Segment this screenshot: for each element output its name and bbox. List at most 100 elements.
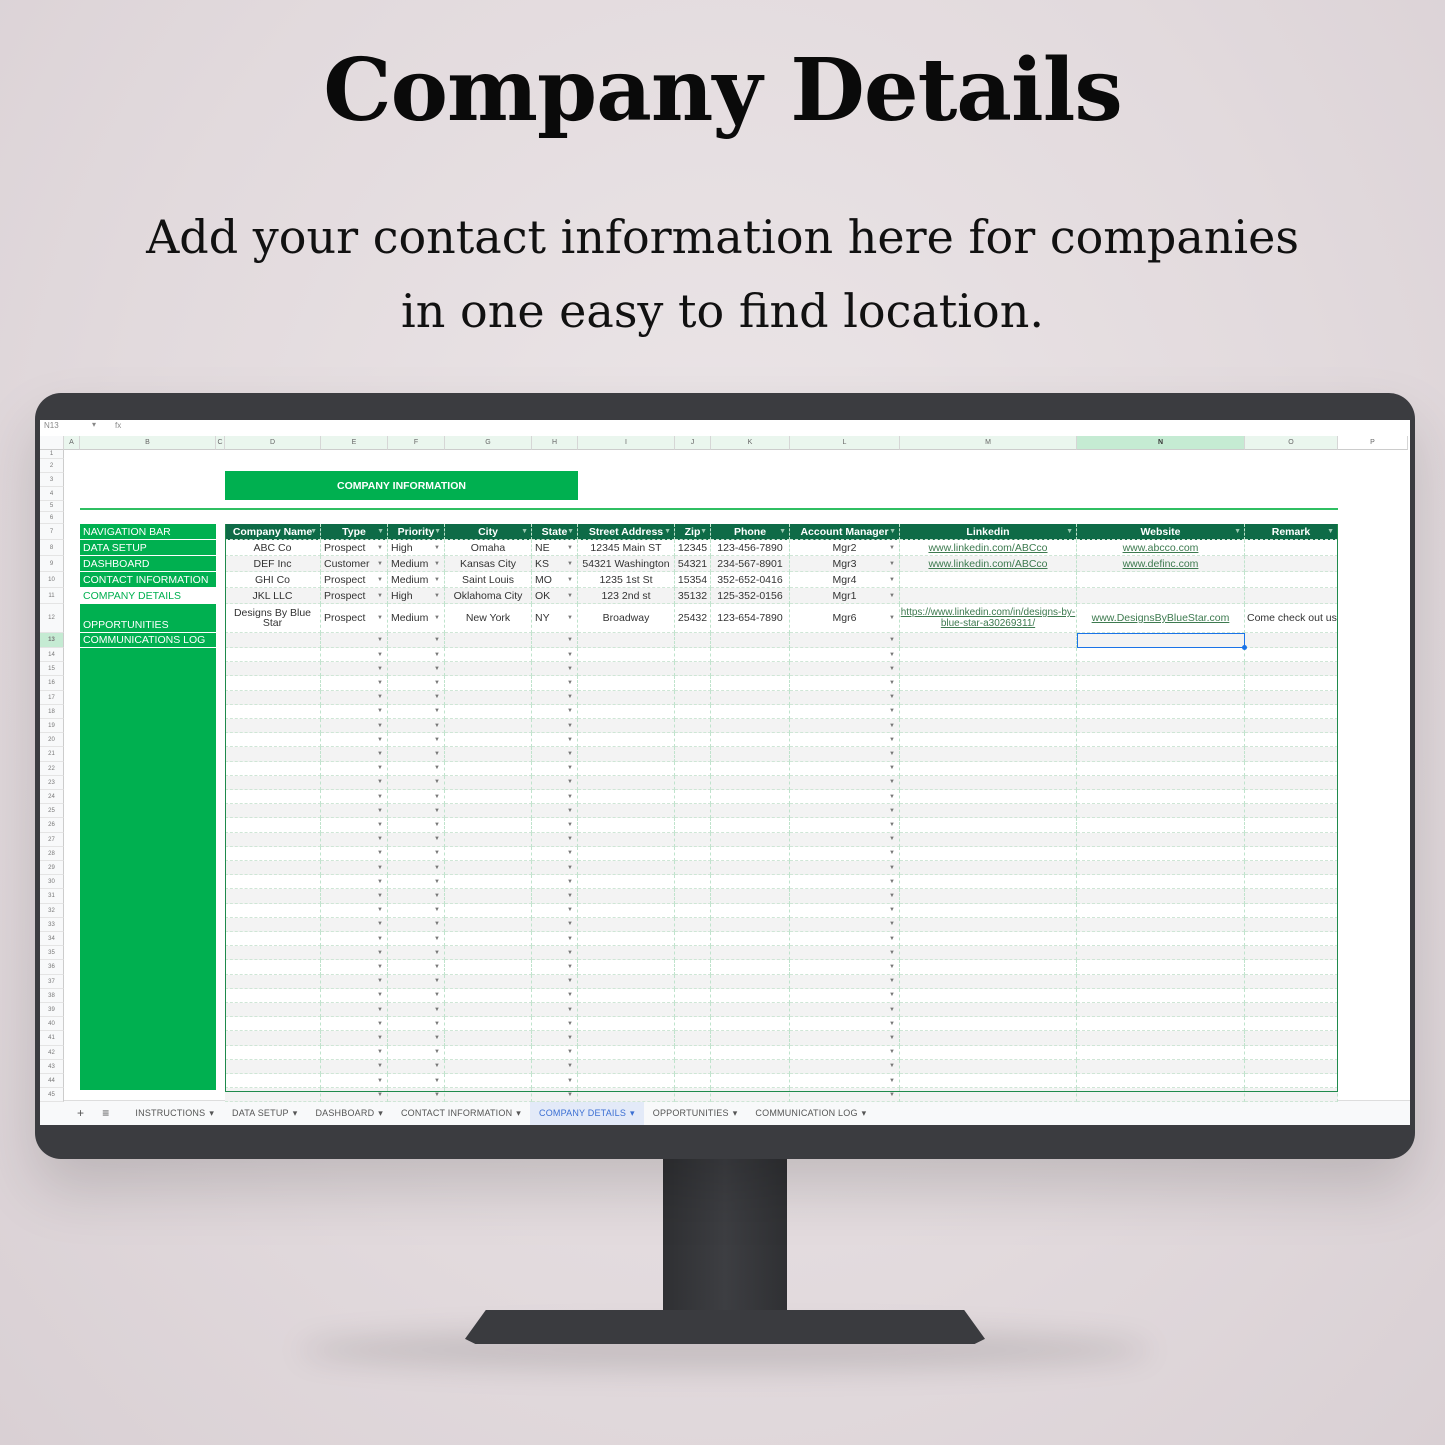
empty-cell[interactable]: ▼ — [388, 861, 445, 876]
empty-cell[interactable] — [675, 1017, 711, 1032]
row-header-43[interactable]: 43 — [40, 1059, 64, 1074]
empty-cell[interactable]: ▼ — [388, 733, 445, 748]
empty-cell[interactable]: ▼ — [321, 1045, 388, 1060]
table-cell[interactable] — [900, 572, 1077, 588]
empty-cell[interactable] — [675, 846, 711, 861]
empty-cell[interactable]: ▼ — [388, 761, 445, 776]
empty-cell[interactable] — [225, 719, 321, 734]
empty-cell[interactable]: ▼ — [321, 988, 388, 1003]
empty-cell[interactable] — [1077, 889, 1245, 904]
dropdown-arrow-icon[interactable]: ▼ — [889, 921, 895, 927]
empty-cell[interactable]: ▼ — [532, 761, 578, 776]
empty-cell[interactable]: ▼ — [790, 761, 900, 776]
dropdown-arrow-icon[interactable]: ▼ — [889, 808, 895, 814]
dropdown-arrow-icon[interactable]: ▼ — [889, 637, 895, 643]
empty-cell[interactable] — [445, 719, 532, 734]
empty-cell[interactable]: ▼ — [790, 903, 900, 918]
empty-cell[interactable]: ▼ — [321, 676, 388, 691]
empty-cell[interactable] — [900, 861, 1077, 876]
dropdown-arrow-icon[interactable]: ▼ — [434, 694, 440, 700]
empty-cell[interactable] — [445, 648, 532, 663]
empty-cell[interactable]: ▼ — [321, 1088, 388, 1103]
dropdown-arrow-icon[interactable]: ▼ — [567, 950, 573, 956]
empty-cell[interactable] — [1245, 917, 1338, 932]
column-title-company-name[interactable]: Company Name ▼ — [225, 524, 321, 540]
nav-link-data-setup[interactable]: DATA SETUP — [80, 540, 216, 556]
dropdown-arrow-icon[interactable]: ▼ — [377, 794, 383, 800]
dropdown-arrow-icon[interactable]: ▼ — [377, 577, 383, 583]
row-header-3[interactable]: 3 — [40, 473, 64, 487]
empty-cell[interactable] — [1245, 846, 1338, 861]
empty-cell[interactable] — [445, 662, 532, 677]
empty-cell[interactable] — [1245, 832, 1338, 847]
row-header-26[interactable]: 26 — [40, 818, 64, 833]
dropdown-arrow-icon[interactable]: ▼ — [567, 850, 573, 856]
empty-cell[interactable]: ▼ — [388, 1031, 445, 1046]
table-cell[interactable]: Mgr3 ▼ — [790, 556, 900, 572]
column-title-account-manager[interactable]: Account Manager ▼ — [790, 524, 900, 540]
empty-cell[interactable] — [1077, 988, 1245, 1003]
dropdown-arrow-icon[interactable]: ▼ — [377, 950, 383, 956]
empty-cell[interactable]: ▼ — [532, 875, 578, 890]
table-cell[interactable]: ABC Co — [225, 540, 321, 556]
row-header-40[interactable]: 40 — [40, 1017, 64, 1032]
empty-cell[interactable] — [225, 633, 321, 648]
empty-cell[interactable]: ▼ — [321, 818, 388, 833]
empty-cell[interactable]: ▼ — [388, 1088, 445, 1103]
column-title-zip[interactable]: Zip ▼ — [675, 524, 711, 540]
empty-cell[interactable] — [1245, 704, 1338, 719]
table-cell[interactable]: 123-654-7890 — [711, 604, 790, 633]
empty-cell[interactable] — [578, 1045, 675, 1060]
empty-cell[interactable] — [1245, 903, 1338, 918]
dropdown-arrow-icon[interactable]: ▼ — [434, 666, 440, 672]
empty-cell[interactable] — [225, 861, 321, 876]
empty-cell[interactable]: ▼ — [790, 1031, 900, 1046]
row-header-8[interactable]: 8 — [40, 540, 64, 556]
empty-cell[interactable] — [1245, 648, 1338, 663]
empty-cell[interactable] — [711, 974, 790, 989]
row-header-33[interactable]: 33 — [40, 917, 64, 932]
empty-cell[interactable] — [1245, 676, 1338, 691]
empty-cell[interactable] — [578, 775, 675, 790]
dropdown-arrow-icon[interactable]: ▼ — [377, 637, 383, 643]
empty-cell[interactable]: ▼ — [321, 917, 388, 932]
empty-cell[interactable] — [578, 861, 675, 876]
empty-cell[interactable] — [1245, 960, 1338, 975]
empty-cell[interactable]: ▼ — [790, 1088, 900, 1103]
empty-cell[interactable] — [445, 818, 532, 833]
empty-cell[interactable]: ▼ — [532, 932, 578, 947]
dropdown-arrow-icon[interactable]: ▼ — [889, 1092, 895, 1098]
sheet-tab-opportunities[interactable]: OPPORTUNITIES ▾ — [644, 1101, 747, 1126]
row-header-21[interactable]: 21 — [40, 747, 64, 762]
empty-cell[interactable] — [675, 917, 711, 932]
empty-cell[interactable]: ▼ — [388, 633, 445, 648]
empty-cell[interactable] — [578, 903, 675, 918]
dropdown-arrow-icon[interactable]: ▼ — [434, 836, 440, 842]
dropdown-arrow-icon[interactable]: ▼ — [434, 637, 440, 643]
dropdown-arrow-icon[interactable]: ▼ — [434, 893, 440, 899]
dropdown-arrow-icon[interactable]: ▼ — [567, 808, 573, 814]
table-cell[interactable]: https://www.linkedin.com/in/designs-by-b… — [900, 604, 1077, 633]
empty-cell[interactable]: ▼ — [321, 804, 388, 819]
row-header-38[interactable]: 38 — [40, 988, 64, 1003]
empty-cell[interactable] — [1245, 761, 1338, 776]
table-cell[interactable]: Prospect ▼ — [321, 540, 388, 556]
empty-cell[interactable]: ▼ — [790, 861, 900, 876]
empty-cell[interactable] — [578, 889, 675, 904]
dropdown-arrow-icon[interactable]: ▼ — [434, 850, 440, 856]
empty-cell[interactable]: ▼ — [388, 889, 445, 904]
dropdown-arrow-icon[interactable]: ▼ — [889, 893, 895, 899]
empty-cell[interactable] — [900, 761, 1077, 776]
empty-cell[interactable] — [900, 917, 1077, 932]
empty-cell[interactable]: ▼ — [532, 690, 578, 705]
empty-cell[interactable] — [1077, 903, 1245, 918]
dropdown-arrow-icon[interactable]: ▼ — [434, 1063, 440, 1069]
dropdown-arrow-icon[interactable]: ▼ — [434, 561, 440, 567]
name-box[interactable]: N13 — [44, 421, 59, 430]
empty-cell[interactable] — [578, 846, 675, 861]
dropdown-arrow-icon[interactable]: ▼ — [567, 964, 573, 970]
row-header-9[interactable]: 9 — [40, 556, 64, 572]
filter-icon[interactable]: ▼ — [664, 528, 671, 535]
empty-cell[interactable] — [711, 761, 790, 776]
empty-cell[interactable] — [675, 648, 711, 663]
